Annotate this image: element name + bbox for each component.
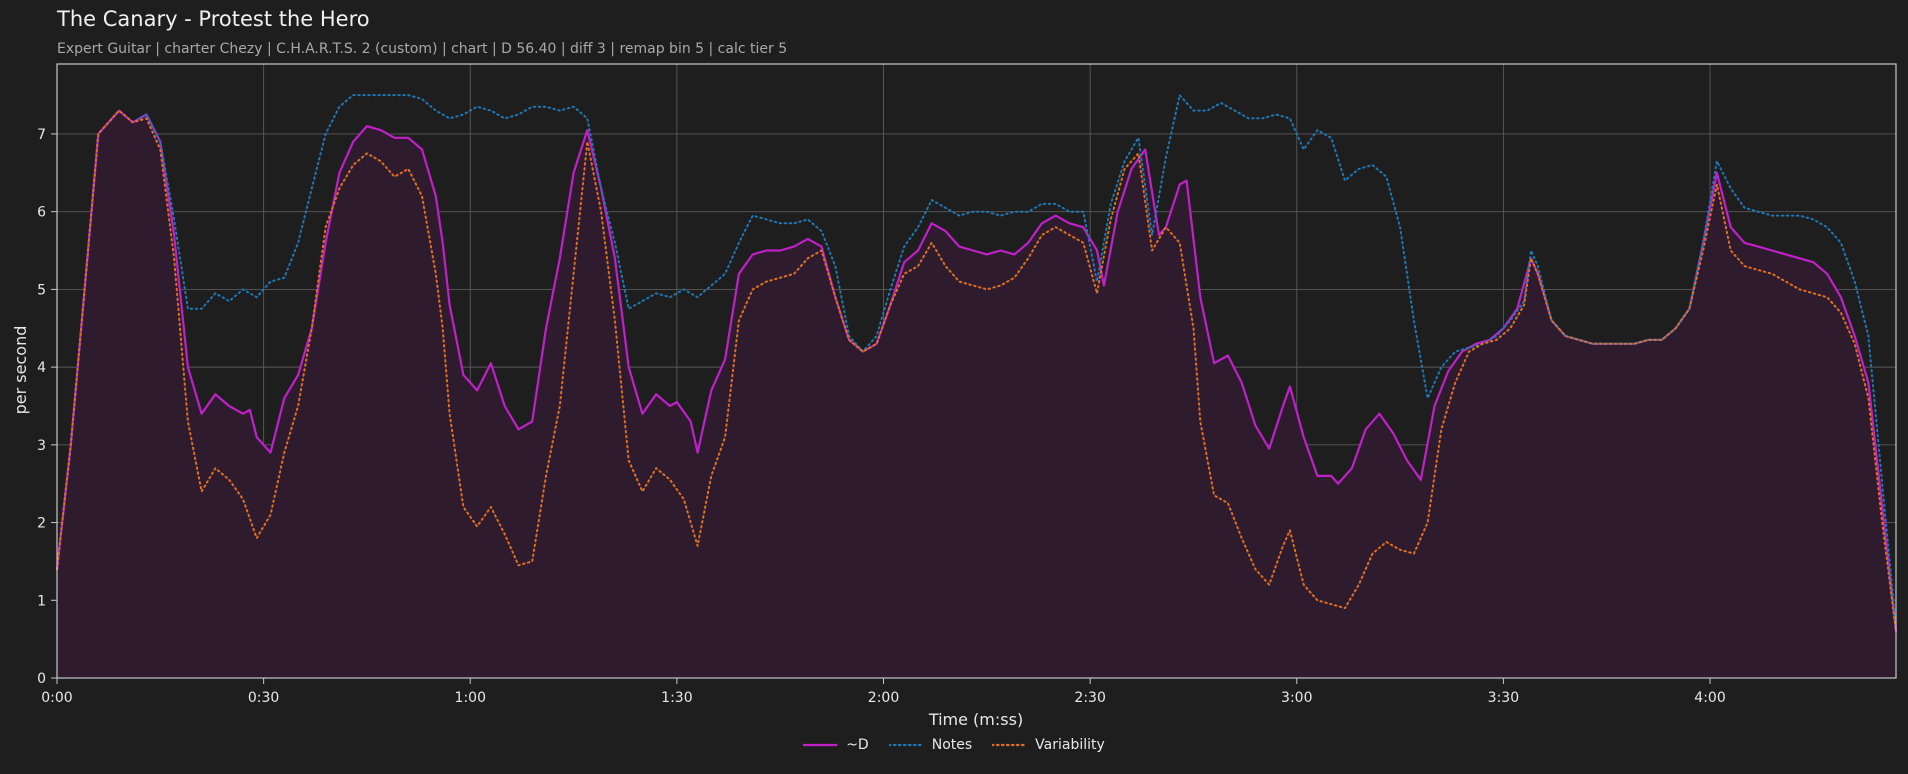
legend-swatch-notes	[888, 743, 923, 747]
y-tick-label: 7	[37, 127, 46, 143]
y-tick-label: 3	[37, 438, 46, 454]
x-tick-label: 0:30	[248, 690, 279, 706]
y-axis-label: per second	[11, 326, 30, 415]
x-tick-label: 2:30	[1074, 690, 1105, 706]
legend-label-d: ~D	[846, 737, 869, 753]
legend: ~D Notes Variability	[0, 737, 1908, 753]
x-tick-label: 1:00	[455, 690, 486, 706]
legend-swatch-d	[803, 743, 838, 747]
x-tick-label: 4:00	[1694, 690, 1725, 706]
y-tick-label: 2	[37, 516, 46, 532]
x-tick-label: 2:00	[868, 690, 899, 706]
y-tick-label: 1	[37, 593, 46, 609]
y-tick-label: 6	[37, 205, 46, 221]
y-tick-label: 4	[37, 360, 46, 376]
legend-item-notes: Notes	[888, 737, 973, 753]
d-series-fill	[57, 110, 1896, 679]
x-tick-label: 1:30	[661, 690, 692, 706]
x-tick-label: 0:00	[41, 690, 72, 706]
x-axis-label: Time (m:ss)	[928, 710, 1023, 729]
x-tick-label: 3:00	[1281, 690, 1312, 706]
legend-swatch-variability	[992, 743, 1027, 747]
legend-item-variability: Variability	[992, 737, 1105, 753]
x-tick-label: 3:30	[1488, 690, 1519, 706]
y-tick-label: 5	[37, 282, 46, 298]
legend-label-variability: Variability	[1035, 737, 1105, 753]
chart-svg: 0:00 0:30 1:00 1:30 2:00 2:30 3:00 3:30 4:00 0 1 2 3…	[11, 63, 1898, 729]
area-layer	[57, 110, 1896, 679]
legend-item-d: ~D	[803, 737, 869, 753]
legend-label-notes: Notes	[931, 737, 973, 753]
y-tick-label: 0	[37, 671, 46, 687]
